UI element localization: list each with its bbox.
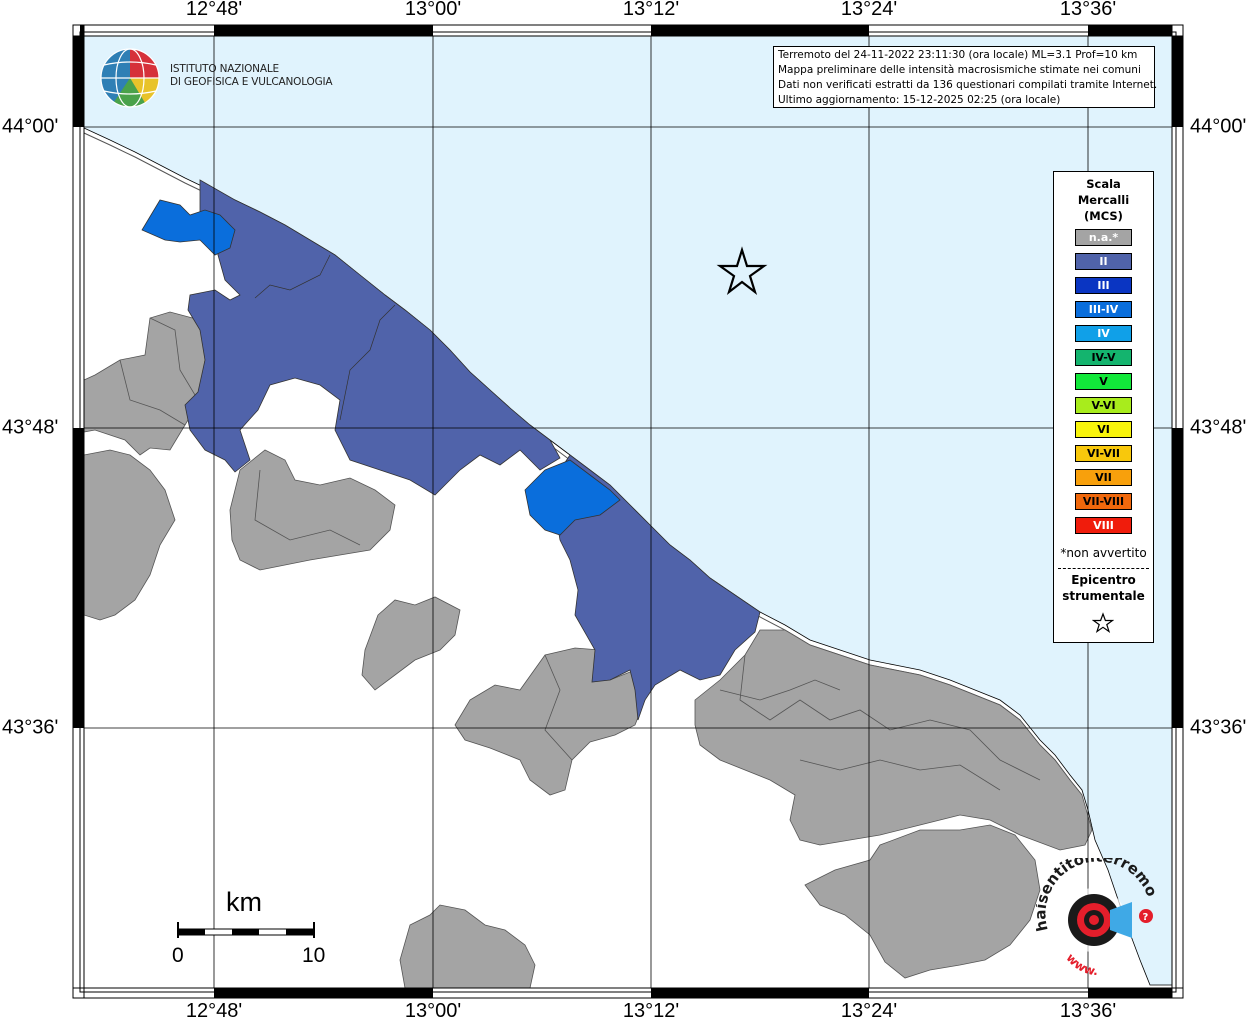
longitude-label-bottom: 13°00' (404, 1000, 462, 1022)
legend-swatch: VII-VIII (1075, 493, 1132, 510)
legend-swatch: IV-V (1075, 349, 1132, 366)
latitude-label-right: 43°48' (1190, 416, 1247, 439)
legend-swatch: VII (1075, 469, 1132, 486)
legend-title-line: Scala (1086, 177, 1121, 191)
legend-star-icon (1092, 612, 1114, 634)
ingv-logo-text: ISTITUTO NAZIONALE DI GEOFISICA E VULCAN… (170, 63, 333, 89)
legend-swatch: IV (1075, 325, 1132, 342)
longitude-label-top: 13°12' (622, 0, 680, 20)
legend-swatch: VI (1075, 421, 1132, 438)
legend-epicenter-label: Epicentro strumentale (1054, 572, 1153, 604)
mercalli-legend: Scala Mercalli (MCS) n.a.* II III III-IV IV I… (1053, 171, 1154, 643)
longitude-label-top: 12°48' (185, 0, 243, 20)
partner-logo-prefix: www. (1063, 951, 1098, 978)
haisentito-logo-icon: ? haisentitoilterremoto.it www. (1036, 858, 1161, 978)
event-info-box: Terremoto del 24-11-2022 23:11:30 (ora l… (773, 46, 1158, 108)
longitude-label-bottom: 13°24' (840, 1000, 898, 1022)
info-line: Dati non verificati estratti da 136 ques… (778, 79, 1158, 91)
svg-text:?: ? (1143, 912, 1149, 923)
legend-swatch: V-VI (1075, 397, 1132, 414)
legend-swatch: n.a.* (1075, 229, 1132, 246)
legend-swatch: II (1075, 253, 1132, 270)
longitude-label-top: 13°24' (840, 0, 898, 20)
legend-title-line: Mercalli (1077, 193, 1130, 207)
longitude-label-bottom: 13°36' (1059, 1000, 1117, 1022)
svg-text:www.: www. (1063, 951, 1098, 978)
legend-swatch: III-IV (1075, 301, 1132, 318)
info-line: Mappa preliminare delle intensità macros… (778, 64, 1141, 76)
info-line: Terremoto del 24-11-2022 23:11:30 (ora l… (778, 49, 1138, 61)
legend-note: *non avvertito (1060, 546, 1147, 560)
longitude-label-top: 13°36' (1059, 0, 1117, 20)
longitude-label-bottom: 12°48' (185, 1000, 243, 1022)
scale-bar-max: 10 (302, 944, 326, 967)
legend-swatch: VIII (1075, 517, 1132, 534)
legend-swatch: V (1075, 373, 1132, 390)
scale-bar-min: 0 (172, 944, 184, 967)
longitude-label-top: 13°00' (404, 0, 462, 20)
logo-line: DI GEOFISICA E VULCANOLOGIA (170, 76, 333, 88)
legend-epicenter-line: Epicentro (1071, 573, 1136, 587)
latitude-label-left: 43°36' (2, 716, 59, 739)
latitude-label-right: 44°00' (1190, 115, 1247, 138)
longitude-label-bottom: 13°12' (622, 1000, 680, 1022)
latitude-label-right: 43°36' (1190, 716, 1247, 739)
latitude-label-left: 43°48' (2, 416, 59, 439)
legend-title: Scala Mercalli (MCS) (1054, 176, 1153, 224)
legend-swatch: III (1075, 277, 1132, 294)
legend-title-line: (MCS) (1084, 209, 1123, 223)
legend-epicenter-line: strumentale (1062, 589, 1145, 603)
latitude-label-left: 44°00' (2, 115, 59, 138)
logo-line: ISTITUTO NAZIONALE (170, 63, 279, 75)
legend-swatch: VI-VII (1075, 445, 1132, 462)
info-line: Ultimo aggiornamento: 15-12-2025 02:25 (… (778, 94, 1061, 106)
legend-separator (1058, 568, 1149, 569)
